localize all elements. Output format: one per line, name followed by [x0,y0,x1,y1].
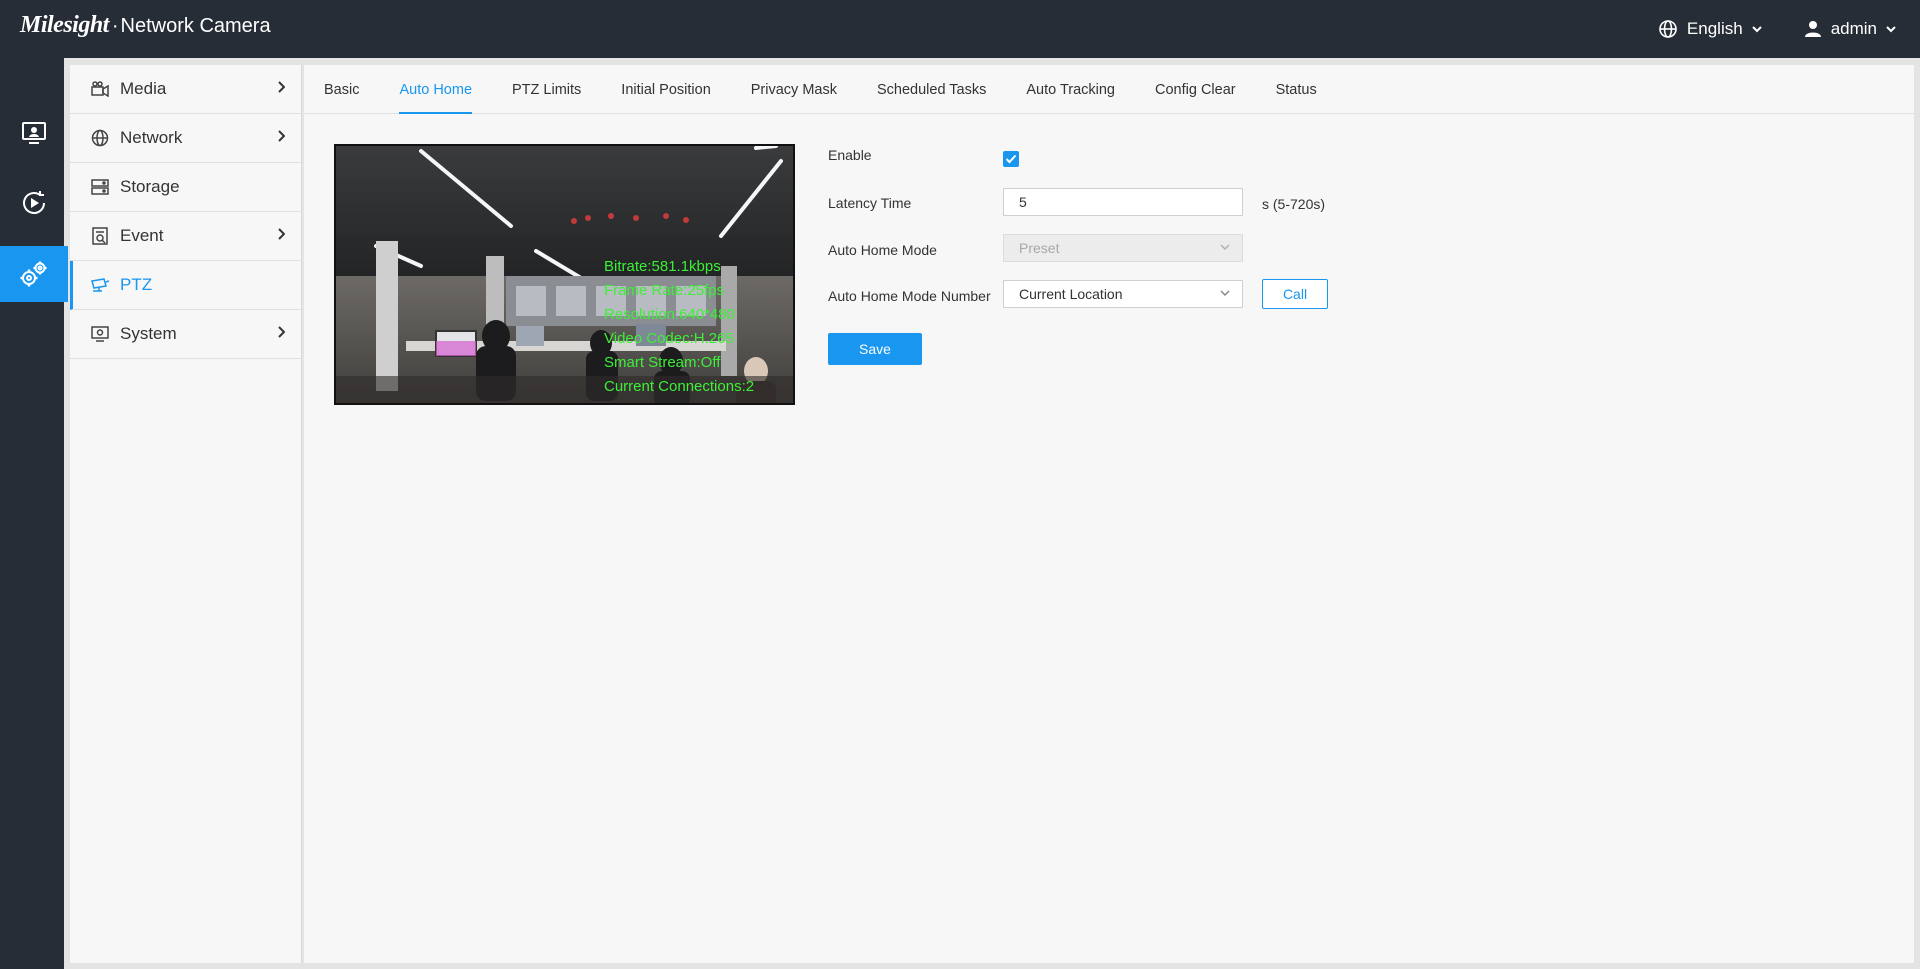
logo-separator: · [111,15,119,37]
enable-label: Enable [828,147,872,163]
auto-home-mode-select[interactable]: Preset [1003,234,1243,262]
chevron-down-icon [1886,26,1896,33]
sidebar-item-label: Storage [120,177,180,196]
osd-resolution: Resolution:640*480 [604,306,735,323]
enable-checkbox[interactable] [1003,151,1019,167]
user-icon [1804,21,1821,37]
sidebar-item-system[interactable]: System [70,310,301,359]
sidebar-item-label: Network [120,128,183,147]
auto-home-mode-number-label: Auto Home Mode Number [828,288,991,304]
live-view-button[interactable] [0,105,68,161]
playback-button[interactable] [0,175,68,231]
tab-auto-home[interactable]: Auto Home [399,65,472,114]
sidebar-item-storage[interactable]: Storage [70,163,301,212]
tab-auto-tracking[interactable]: Auto Tracking [1026,65,1115,114]
media-icon [90,79,110,99]
chevron-right-icon [278,130,285,142]
osd-connections: Current Connections:2 [604,378,755,395]
tab-ptz-limits[interactable]: PTZ Limits [512,65,581,114]
language-label: English [1686,19,1743,38]
sidebar-item-label: Event [120,226,164,245]
video-osd-overlay: Bitrate:581.1kbps Frame Rate:25fps Resol… [604,255,754,399]
main-panel: Basic Auto Home PTZ Limits Initial Posit… [304,65,1914,963]
settings-icon [20,261,47,287]
sidebar-item-label: PTZ [120,275,153,294]
chevron-right-icon [278,228,285,240]
checkmark-icon [1005,154,1017,164]
sidebar-item-label: System [120,324,177,343]
username: admin [1830,19,1877,38]
sidebar-item-media[interactable]: Media [70,65,301,114]
ptz-camera-icon [90,275,110,295]
top-bar: Milesight · Network Camera English admin [0,0,1920,58]
tab-initial-position[interactable]: Initial Position [621,65,710,114]
chevron-right-icon [278,326,285,338]
osd-smart-stream: Smart Stream:Off [604,354,721,371]
ptz-tabs: Basic Auto Home PTZ Limits Initial Posit… [304,65,1914,114]
icon-rail [0,58,68,969]
call-button[interactable]: Call [1262,279,1328,309]
globe-icon [90,128,110,148]
event-icon [90,226,110,246]
logo-brand: Milesight [20,12,109,38]
latency-time-input[interactable]: 5 [1003,188,1243,216]
product-name: Network Camera [120,15,271,37]
live-video-preview[interactable]: Bitrate:581.1kbps Frame Rate:25fps Resol… [334,144,795,405]
live-view-icon [22,122,46,144]
sidebar-item-network[interactable]: Network [70,114,301,163]
playback-icon [23,191,45,214]
tab-basic[interactable]: Basic [324,65,359,114]
osd-video-codec: Video Codec:H.265 [604,330,734,347]
latency-time-label: Latency Time [828,195,912,211]
storage-icon [90,177,110,197]
system-icon [90,324,110,344]
chevron-down-icon [1751,26,1762,33]
globe-icon [1659,20,1677,38]
sidebar-item-event[interactable]: Event [70,212,301,261]
osd-bitrate: Bitrate:581.1kbps [604,258,721,275]
auto-home-mode-label: Auto Home Mode [828,242,937,258]
settings-button[interactable] [0,246,68,302]
tab-config-clear[interactable]: Config Clear [1155,65,1236,114]
latency-range-hint: s (5-720s) [1262,196,1326,212]
tab-status[interactable]: Status [1276,65,1317,114]
osd-frame-rate: Frame Rate:25fps [604,282,725,299]
sidebar-item-ptz[interactable]: PTZ [70,261,301,310]
tab-privacy-mask[interactable]: Privacy Mask [751,65,837,114]
save-button[interactable]: Save [828,333,922,365]
auto-home-mode-number-value: Current Location [1019,286,1123,302]
chevron-down-icon [1220,244,1230,251]
language-selector[interactable]: English [1658,19,1762,39]
settings-sidebar: Media Network Storage Event PTZ System [70,65,302,963]
user-menu[interactable]: admin [1804,19,1896,39]
sidebar-item-label: Media [120,79,167,98]
chevron-down-icon [1220,290,1230,297]
chevron-right-icon [278,81,285,93]
logo: Milesight · Network Camera [20,12,271,42]
tab-scheduled-tasks[interactable]: Scheduled Tasks [877,65,986,114]
auto-home-mode-number-select[interactable]: Current Location [1003,280,1243,308]
auto-home-mode-value: Preset [1019,240,1060,256]
